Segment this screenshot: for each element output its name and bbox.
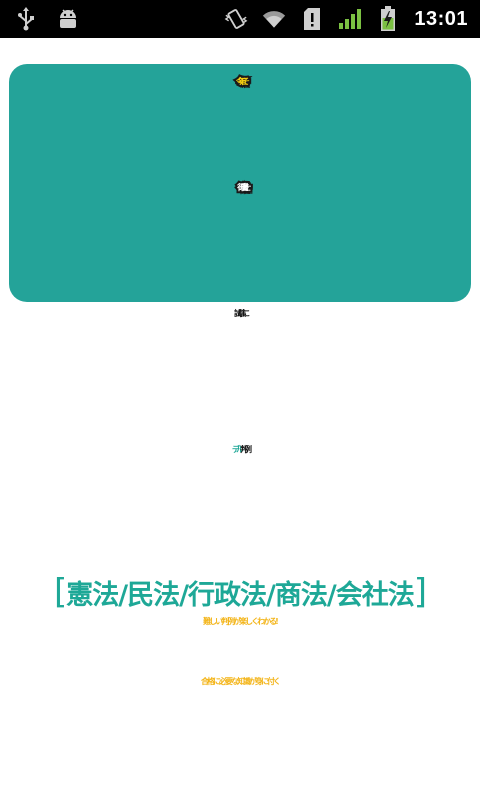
bracket-open: [ xyxy=(54,572,67,612)
status-bar-system: 13:01 xyxy=(224,6,480,31)
tagline-1: 難しい判例が楽しくわかる! xyxy=(203,617,279,626)
signal-icon xyxy=(338,7,362,31)
android-debug-icon xyxy=(56,7,80,31)
status-bar: 13:01 xyxy=(0,0,480,38)
headline-line-1: 試験に xyxy=(234,309,250,318)
status-bar-clock: 13:01 xyxy=(414,7,468,30)
status-bar-notifications xyxy=(0,7,80,31)
subjects-list: [ 憲法/民法/行政法/商法/会社法 ] xyxy=(6,572,474,612)
title-banner: 今年こそ 行政書士! xyxy=(9,64,471,302)
headline-black-part: 判例 xyxy=(240,445,252,454)
title-line-2: 行政書士! xyxy=(235,182,251,194)
wifi-icon xyxy=(262,7,286,31)
bracket-close: ] xyxy=(413,572,427,612)
sd-card-alert-icon xyxy=(300,7,324,31)
headline-teal-part: デル xyxy=(232,445,244,454)
tagline-2: 合格に必要な知識が身に付く xyxy=(201,677,281,686)
vibrate-icon xyxy=(224,7,248,31)
title-line-1: 今年こそ xyxy=(234,76,252,88)
battery-charging-icon xyxy=(376,6,400,31)
usb-icon xyxy=(14,7,38,31)
subjects-text: 憲法/民法/行政法/商法/会社法 xyxy=(66,579,414,611)
splash-screen: 今年こそ 行政書士! 試験に デル判例 [ 憲法/民法/行政法/商法/会社法 ]… xyxy=(0,38,480,800)
headline-line-2: デル判例 xyxy=(0,446,480,454)
